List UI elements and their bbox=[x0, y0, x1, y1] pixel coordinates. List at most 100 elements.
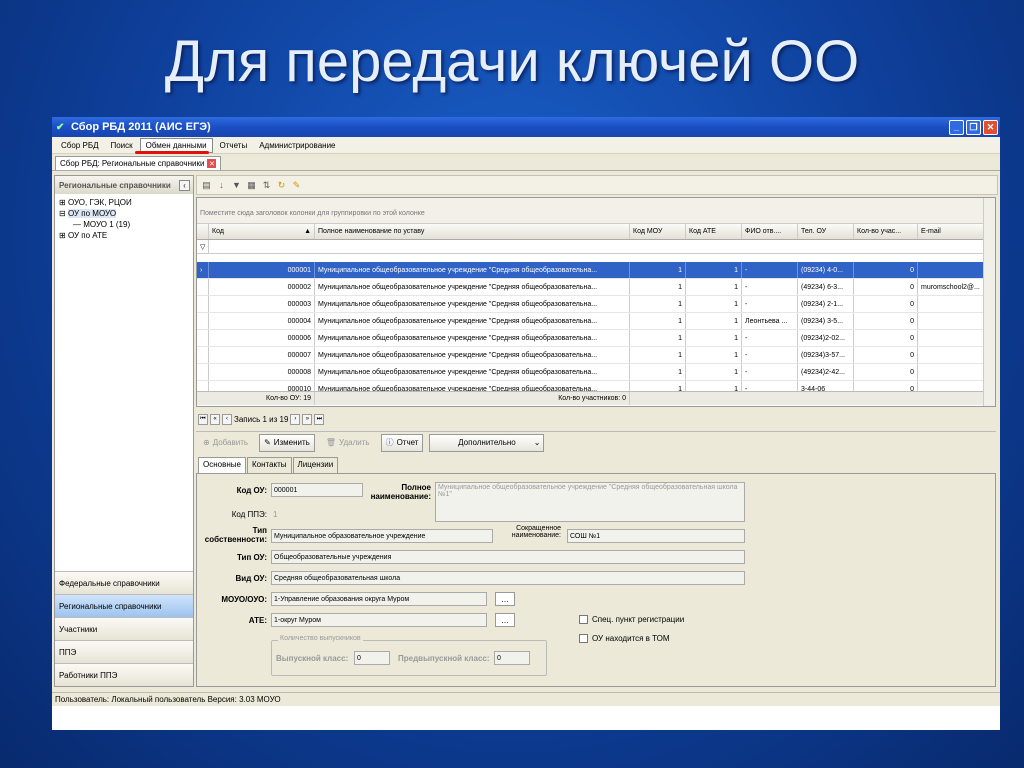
grid-vscrollbar[interactable] bbox=[983, 198, 995, 406]
chevron-down-icon: ⌄ bbox=[533, 438, 541, 447]
category-participants[interactable]: Участники bbox=[55, 617, 193, 640]
type-select[interactable]: Общеобразовательные учреждения bbox=[271, 550, 745, 564]
col-header-name[interactable]: Полное наименование по уставу bbox=[315, 224, 630, 239]
table-cell bbox=[918, 347, 984, 363]
table-cell bbox=[918, 296, 984, 312]
tree-item[interactable]: ⊞ ОУО, ГЭК, РЦОИ bbox=[59, 197, 189, 208]
tab-contacts[interactable]: Контакты bbox=[246, 457, 292, 473]
export-icon[interactable]: ↓ bbox=[216, 180, 227, 191]
table-cell: 1 bbox=[630, 364, 686, 380]
menu-reports[interactable]: Отчеты bbox=[215, 139, 253, 152]
table-row[interactable]: 000006 Муниципальное общеобразовательное … bbox=[197, 330, 995, 347]
tree-item-label: ОУ по АТЕ bbox=[67, 231, 108, 240]
col-header-kod[interactable]: Код ▲ bbox=[209, 224, 315, 239]
col-header-tel[interactable]: Тел. ОУ bbox=[798, 224, 854, 239]
tab-main[interactable]: Основные bbox=[198, 457, 246, 473]
collapse-icon[interactable]: ‹ bbox=[179, 179, 190, 191]
mouo-browse-button[interactable]: … bbox=[495, 592, 515, 606]
pregrad-class-label: Предвыпускной класс: bbox=[398, 654, 490, 663]
reg-point-checkbox[interactable]: Спец. пункт регистрации bbox=[579, 615, 684, 624]
graduates-group-title: Количество выпускников bbox=[278, 635, 363, 642]
mouo-field[interactable]: 1-Управление образования округа Муром bbox=[271, 592, 487, 606]
footer-participants: Кол-во участников: 0 bbox=[315, 392, 630, 405]
add-button[interactable]: ⊕ Добавить bbox=[198, 434, 253, 452]
add-icon: ⊕ bbox=[203, 438, 210, 447]
table-cell: 0 bbox=[854, 330, 918, 346]
minimize-button[interactable]: _ bbox=[949, 119, 964, 135]
table-cell: 1 bbox=[630, 296, 686, 312]
close-tab-icon[interactable]: ✕ bbox=[207, 159, 217, 168]
tree-item[interactable]: ⊞ ОУ по АТЕ bbox=[59, 230, 189, 241]
first-record-button[interactable]: ⏮ bbox=[198, 413, 208, 425]
table-cell: muromschool2@... bbox=[918, 279, 984, 295]
prev-page-button[interactable]: « bbox=[210, 413, 220, 425]
category-federal[interactable]: Федеральные справочники bbox=[55, 571, 193, 594]
table-row[interactable]: › 000001 Муниципальное общеобразовательное… bbox=[197, 262, 995, 279]
more-dropdown[interactable]: Дополнительно ⌄ bbox=[429, 433, 545, 452]
grid-toolbar: ▤ ↓ ▼ ▦ ⇅ ↻ ✎ bbox=[196, 175, 998, 195]
prev-record-button[interactable]: ‹ bbox=[222, 413, 232, 425]
left-pane-header: Региональные справочники ‹ bbox=[55, 176, 193, 194]
edit-button[interactable]: ✎ Изменить bbox=[259, 433, 315, 452]
row-indicator bbox=[197, 279, 209, 295]
full-name-field[interactable]: Муниципальное общеобразовательное учрежд… bbox=[435, 482, 745, 522]
clear-filter-icon[interactable]: ✎ bbox=[291, 180, 302, 191]
filter-icon[interactable]: ▼ bbox=[231, 180, 242, 191]
filter-row[interactable]: ▽ bbox=[197, 240, 995, 254]
more-label: Дополнительно bbox=[458, 438, 516, 447]
col-header-count[interactable]: Кол-во учас... bbox=[854, 224, 918, 239]
checkbox-label: ОУ находится в ТОМ bbox=[592, 634, 670, 643]
menu-admin[interactable]: Администрирование bbox=[254, 139, 340, 152]
tree-item[interactable]: — МОУО 1 (19) bbox=[59, 219, 189, 230]
col-header-ate[interactable]: Код АТЕ bbox=[686, 224, 742, 239]
refresh-icon[interactable]: ↻ bbox=[276, 180, 287, 191]
table-row[interactable]: 000008 Муниципальное общеобразовательное … bbox=[197, 364, 995, 381]
sort-icon[interactable]: ⇅ bbox=[261, 180, 272, 191]
doc-tab-label: Сбор РБД: Региональные справочники bbox=[60, 159, 205, 168]
next-record-button[interactable]: › bbox=[290, 413, 301, 425]
col-header-fio[interactable]: ФИО отв.... bbox=[742, 224, 798, 239]
grad-class-label: Выпускной класс: bbox=[276, 654, 349, 663]
col-header-email[interactable]: E-mail bbox=[918, 224, 984, 239]
table-cell: Муниципальное общеобразовательное учрежд… bbox=[315, 347, 630, 363]
category-regional[interactable]: Региональные справочники bbox=[55, 594, 193, 617]
table-row[interactable]: 000004 Муниципальное общеобразовательное … bbox=[197, 313, 995, 330]
grad-class-field[interactable]: 0 bbox=[354, 651, 390, 665]
add-label: Добавить bbox=[212, 438, 249, 447]
col-header-mou[interactable]: Код МОУ bbox=[630, 224, 686, 239]
table-row[interactable]: 000002 Муниципальное общеобразовательное … bbox=[197, 279, 995, 296]
window-titlebar: ✔ Сбор РБД 2011 (АИС ЕГЭ) _ ❐ ✕ bbox=[52, 117, 1000, 137]
ownership-select[interactable]: Муниципальное образовательное учреждение bbox=[271, 529, 493, 543]
next-page-button[interactable]: » bbox=[302, 413, 313, 425]
table-cell bbox=[918, 262, 984, 278]
restore-button[interactable]: ❐ bbox=[966, 119, 981, 135]
table-cell: 000007 bbox=[209, 347, 315, 363]
report-button[interactable]: ⓘ Отчет bbox=[380, 433, 424, 452]
category-ppe[interactable]: ППЭ bbox=[55, 640, 193, 663]
menu-search[interactable]: Поиск bbox=[105, 139, 137, 152]
tom-checkbox[interactable]: ОУ находится в ТОМ bbox=[579, 634, 670, 643]
table-cell: 000001 bbox=[209, 262, 315, 278]
table-cell: 000006 bbox=[209, 330, 315, 346]
table-row[interactable]: 000003 Муниципальное общеобразовательное … bbox=[197, 296, 995, 313]
tree-item[interactable]: ⊟ ОУ по МОУО bbox=[59, 208, 189, 219]
menu-sbor[interactable]: Сбор РБД bbox=[56, 139, 103, 152]
table-row[interactable]: 000007 Муниципальное общеобразовательное … bbox=[197, 347, 995, 364]
table-icon[interactable]: ▦ bbox=[246, 180, 257, 191]
close-button[interactable]: ✕ bbox=[983, 119, 998, 135]
category-ppe-workers[interactable]: Работники ППЭ bbox=[55, 663, 193, 686]
tab-licenses[interactable]: Лицензии bbox=[292, 457, 339, 473]
pregrad-class-field[interactable]: 0 bbox=[494, 651, 530, 665]
kind-select[interactable]: Средняя общеобразовательная школа bbox=[271, 571, 745, 585]
doc-tab[interactable]: Сбор РБД: Региональные справочники ✕ bbox=[55, 156, 222, 170]
delete-button[interactable]: 🗑 Удалить bbox=[321, 434, 375, 452]
table-cell: (49234)2-42... bbox=[798, 364, 854, 380]
print-icon[interactable]: ▤ bbox=[201, 180, 212, 191]
kod-field[interactable]: 000001 bbox=[271, 483, 363, 497]
ate-browse-button[interactable]: … bbox=[495, 613, 515, 627]
short-name-field[interactable]: СОШ №1 bbox=[567, 529, 745, 543]
left-pane: Региональные справочники ‹ ⊞ ОУО, ГЭК, РЦ… bbox=[54, 175, 194, 687]
ate-field[interactable]: 1-округ Муром bbox=[271, 613, 487, 627]
table-cell: 1 bbox=[686, 330, 742, 346]
last-record-button[interactable]: ⏭ bbox=[314, 413, 325, 425]
